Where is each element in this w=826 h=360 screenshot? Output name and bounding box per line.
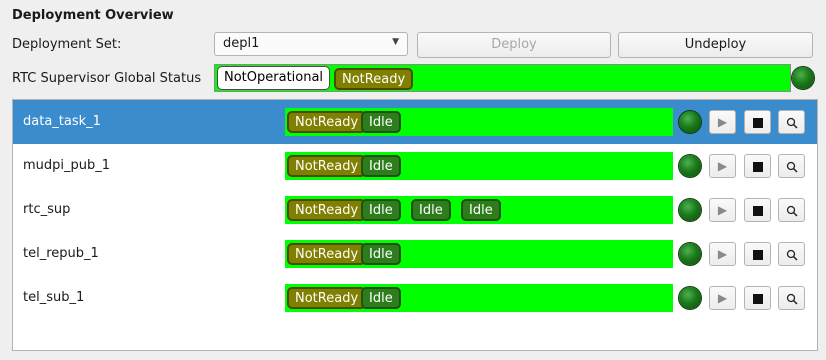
inspect-button[interactable] [778, 242, 805, 266]
component-name: data_task_1 [23, 114, 101, 129]
component-row[interactable]: rtc_sup NotReady Idle Idle Idle ▶ [13, 188, 817, 232]
stop-icon [752, 293, 763, 304]
global-state-not-operational: NotOperational [217, 66, 331, 90]
status-led-icon [679, 155, 701, 177]
play-icon: ▶ [717, 159, 728, 173]
state-idle: Idle [461, 199, 501, 221]
state-not-ready: NotReady [287, 199, 367, 221]
section-title: Deployment Overview [12, 8, 174, 23]
stop-icon [752, 117, 763, 128]
status-led-icon [679, 199, 701, 221]
magnifier-icon [786, 117, 798, 129]
stop-button[interactable] [744, 242, 771, 266]
component-name: mudpi_pub_1 [23, 158, 111, 173]
state-not-ready: NotReady [287, 111, 367, 133]
status-led-icon [679, 243, 701, 265]
global-status-bar: NotOperational NotReady [214, 64, 791, 92]
component-name: rtc_sup [23, 202, 71, 217]
play-icon: ▶ [717, 291, 728, 305]
state-not-ready: NotReady [287, 243, 367, 265]
status-led-icon [679, 111, 701, 133]
start-button[interactable]: ▶ [709, 110, 736, 134]
start-button[interactable]: ▶ [709, 154, 736, 178]
state-idle: Idle [361, 111, 401, 133]
start-button[interactable]: ▶ [709, 286, 736, 310]
deploy-button[interactable]: Deploy [417, 32, 611, 58]
inspect-button[interactable] [778, 286, 805, 310]
component-name: tel_repub_1 [23, 246, 99, 261]
stop-icon [752, 205, 763, 216]
component-status-bar: NotReady Idle [285, 240, 673, 268]
deployment-set-label: Deployment Set: [12, 37, 122, 52]
state-idle: Idle [361, 243, 401, 265]
play-icon: ▶ [717, 247, 728, 261]
state-idle: Idle [361, 155, 401, 177]
undeploy-button[interactable]: Undeploy [618, 32, 813, 58]
stop-button[interactable] [744, 286, 771, 310]
magnifier-icon [786, 249, 798, 261]
state-not-ready: NotReady [287, 287, 367, 309]
state-not-ready: NotReady [287, 155, 367, 177]
chevron-down-icon: ▼ [392, 37, 399, 47]
state-idle: Idle [361, 287, 401, 309]
start-button[interactable]: ▶ [709, 198, 736, 222]
inspect-button[interactable] [778, 154, 805, 178]
inspect-button[interactable] [778, 198, 805, 222]
deployment-set-value: depl1 [223, 36, 260, 51]
play-icon: ▶ [717, 115, 728, 129]
start-button[interactable]: ▶ [709, 242, 736, 266]
stop-button[interactable] [744, 154, 771, 178]
stop-icon [752, 249, 763, 260]
stop-button[interactable] [744, 110, 771, 134]
component-status-bar: NotReady Idle Idle Idle [285, 196, 673, 224]
global-status-led-icon [792, 67, 814, 89]
state-idle: Idle [411, 199, 451, 221]
component-status-bar: NotReady Idle [285, 108, 673, 136]
component-list: data_task_1 NotReady Idle ▶ mudpi_pub_1 NotRe… [12, 99, 818, 351]
state-idle: Idle [361, 199, 401, 221]
inspect-button[interactable] [778, 110, 805, 134]
deployment-set-dropdown[interactable]: depl1 ▼ [214, 32, 408, 56]
magnifier-icon [786, 293, 798, 305]
component-row[interactable]: tel_sub_1 NotReady Idle ▶ [13, 276, 817, 320]
component-status-bar: NotReady Idle [285, 284, 673, 312]
play-icon: ▶ [717, 203, 728, 217]
component-row[interactable]: tel_repub_1 NotReady Idle ▶ [13, 232, 817, 276]
magnifier-icon [786, 161, 798, 173]
stop-button[interactable] [744, 198, 771, 222]
magnifier-icon [786, 205, 798, 217]
component-row[interactable]: data_task_1 NotReady Idle ▶ [13, 100, 817, 144]
stop-icon [752, 161, 763, 172]
global-status-label: RTC Supervisor Global Status [12, 71, 202, 86]
component-row[interactable]: mudpi_pub_1 NotReady Idle ▶ [13, 144, 817, 188]
component-status-bar: NotReady Idle [285, 152, 673, 180]
component-name: tel_sub_1 [23, 290, 85, 305]
global-state-not-ready: NotReady [334, 68, 414, 90]
status-led-icon [679, 287, 701, 309]
